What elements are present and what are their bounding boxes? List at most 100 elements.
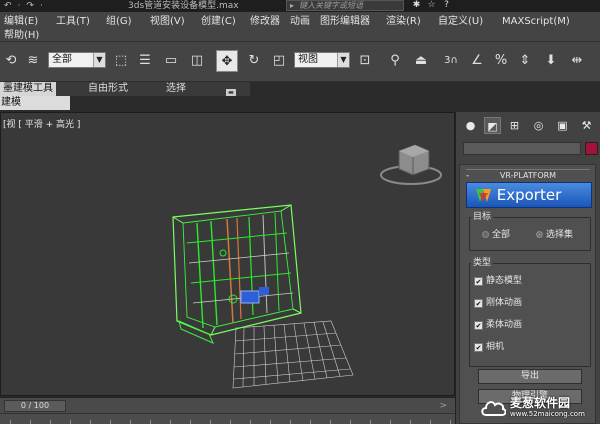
exporter-title: Exporter [496, 186, 562, 204]
menu-graph-editors[interactable]: 图形编辑器 [320, 14, 370, 29]
checkbox-camera[interactable]: ✔ 相机 [474, 341, 504, 353]
checkbox-checked-icon: ✔ [474, 343, 483, 352]
pipe-equipment-model[interactable] [172, 204, 302, 344]
redo-icon[interactable]: ↷ [26, 0, 34, 12]
checkbox-checked-icon: ✔ [474, 299, 483, 308]
select-manipulate-icon[interactable]: ⚲ [384, 50, 406, 72]
checkbox-rigid-animation-label: 刚体动画 [486, 298, 523, 308]
menu-modifiers[interactable]: 修改器 [250, 14, 280, 29]
utilities-hammer-icon[interactable]: ⚒ [578, 117, 595, 134]
snap-dimension-label: 3 [444, 55, 451, 66]
menu-customize[interactable]: 自定义(U) [438, 14, 483, 29]
display-icon[interactable]: ▣ [554, 117, 571, 134]
object-color-swatch[interactable] [585, 142, 598, 155]
undo-icon[interactable]: ↶ [4, 0, 12, 12]
named-selection-icon[interactable]: ⬇ [540, 50, 562, 72]
checkbox-checked-icon: ✔ [474, 321, 483, 330]
radio-on-icon [536, 231, 543, 238]
reference-coordinate-value: 视图 [298, 54, 318, 65]
next-frame-arrow[interactable]: > [68, 400, 453, 412]
snaps-toggle-icon[interactable]: 3∩ [440, 50, 462, 72]
menu-bar: 编辑(E) 工具(T) 组(G) 视图(V) 创建(C) 修改器 动画 图形编辑… [0, 12, 600, 42]
menu-tools[interactable]: 工具(T) [56, 14, 90, 29]
bind-spacewarp-icon[interactable]: ≋ [22, 50, 44, 72]
type-group-label: 类型 [471, 257, 494, 269]
checkbox-soft-animation[interactable]: ✔ 柔体动画 [474, 319, 522, 331]
home-grid [232, 320, 354, 389]
menu-rendering[interactable]: 渲染(R) [386, 14, 421, 29]
watermark-url: www.52maicong.com [510, 410, 585, 418]
rollout-title: VR-PLATFORM [499, 171, 557, 180]
vr-platform-rollout: - VR-PLATFORM Exporter 目标 全部 选择集 类型 ✔ 静态模… [459, 164, 596, 424]
radio-target-all[interactable]: 全部 [482, 229, 510, 241]
title-bar: ↶ · ↷ · 3ds管道安装设备模型.max 键入关键字或短语 ✱ ☆ ? [0, 0, 600, 12]
command-panel-tabs: ● ◩ ⊞ ◎ ▣ ⚒ [456, 112, 600, 138]
perspective-viewport[interactable]: [视 [ 平滑 + 高光 ] [0, 112, 455, 396]
checkbox-rigid-animation[interactable]: ✔ 刚体动画 [474, 297, 522, 309]
time-slider[interactable]: 0 / 100 [4, 400, 66, 412]
spinner-snap-icon[interactable]: ⇕ [514, 50, 536, 72]
chevron-down-icon: ▼ [93, 53, 105, 67]
modify-bend-icon[interactable]: ◩ [484, 117, 501, 134]
checkbox-checked-icon: ✔ [474, 277, 483, 286]
undo-dropdown-icon[interactable]: · [18, 0, 21, 12]
export-button[interactable]: 导出 [478, 369, 582, 384]
redo-dropdown-icon[interactable]: · [40, 0, 43, 12]
selection-filter-dropdown[interactable]: 全部 ▼ [48, 52, 106, 68]
rotate-icon[interactable]: ↻ [243, 50, 265, 72]
help-icon[interactable]: ? [440, 0, 453, 11]
time-slider-bar: 0 / 100 > [0, 397, 455, 413]
ribbon-subtab-modeling[interactable]: 建模 [0, 96, 70, 110]
create-sphere-icon[interactable]: ● [462, 117, 479, 134]
track-bar[interactable] [0, 413, 455, 424]
vr-platform-logo-icon [476, 189, 491, 202]
tab-selection[interactable]: 选择 [166, 82, 186, 96]
main-toolbar: ⟲ ≋ 全部 ▼ ⬚ ☰ ▭ ◫ ✥ ↻ ◰ 视图 ▼ ⊡ ⚲ ⏏ 3∩ ∠ %… [0, 42, 600, 82]
ribbon-toggle-icon: ▬ [226, 89, 236, 96]
selection-filter-value: 全部 [52, 54, 72, 65]
mirror-icon[interactable]: ⇹ [566, 50, 588, 72]
reference-coordinate-dropdown[interactable]: 视图 ▼ [294, 52, 350, 68]
scale-icon[interactable]: ◰ [268, 50, 290, 72]
target-group-label: 目标 [471, 211, 494, 223]
ribbon-tabs: 墨建模工具 自由形式 选择 ▬ [0, 82, 250, 96]
checkbox-static-model[interactable]: ✔ 静态模型 [474, 275, 522, 287]
motion-icon[interactable]: ◎ [530, 117, 547, 134]
binoculars-icon[interactable]: ✱ [410, 0, 423, 11]
menu-maxscript[interactable]: MAXScript(M) [502, 14, 570, 29]
command-panel: ● ◩ ⊞ ◎ ▣ ⚒ - VR-PLATFORM Exporter 目标 全部… [455, 112, 600, 424]
percent-snap-icon[interactable]: % [490, 50, 512, 72]
menu-help[interactable]: 帮助(H) [4, 28, 39, 43]
document-title: 3ds管道安装设备模型.max [128, 1, 239, 11]
checkbox-static-model-label: 静态模型 [486, 276, 523, 286]
radio-off-icon [482, 231, 489, 238]
menu-group[interactable]: 组(G) [106, 14, 132, 29]
window-crossing-icon[interactable]: ◫ [186, 50, 208, 72]
tab-modeling-tools[interactable]: 墨建模工具 [0, 82, 56, 96]
radio-target-selection[interactable]: 选择集 [536, 229, 573, 241]
select-object-icon[interactable]: ⬚ [110, 50, 132, 72]
pivot-center-icon[interactable]: ⊡ [354, 50, 376, 72]
viewcube-icon[interactable] [380, 144, 442, 185]
favorites-icon[interactable]: ☆ [425, 0, 438, 11]
keyboard-shortcut-override-icon[interactable]: ⏏ [410, 50, 432, 72]
watermark-name: 麦葱软件园 [510, 396, 571, 410]
rollout-header[interactable]: - VR-PLATFORM [466, 169, 590, 181]
exporter-banner: Exporter [466, 182, 592, 208]
menu-edit[interactable]: 编辑(E) [4, 14, 38, 29]
cloud-logo-icon [481, 401, 506, 416]
search-input[interactable]: 键入关键字或短语 [286, 0, 404, 11]
move-icon[interactable]: ✥ [216, 50, 238, 72]
ribbon-toggle-button[interactable]: ▬ [226, 85, 236, 99]
tab-freeform[interactable]: 自由形式 [88, 82, 128, 96]
scene-render [172, 144, 442, 389]
hierarchy-icon[interactable]: ⊞ [506, 117, 523, 134]
select-by-name-icon[interactable]: ☰ [134, 50, 156, 72]
link-icon[interactable]: ⟲ [0, 50, 22, 72]
angle-snap-icon[interactable]: ∠ [466, 50, 488, 72]
menu-views[interactable]: 视图(V) [150, 14, 185, 29]
menu-create[interactable]: 创建(C) [201, 14, 236, 29]
rectangular-selection-icon[interactable]: ▭ [160, 50, 182, 72]
object-name-field[interactable] [463, 142, 581, 155]
menu-animation[interactable]: 动画 [290, 14, 310, 29]
